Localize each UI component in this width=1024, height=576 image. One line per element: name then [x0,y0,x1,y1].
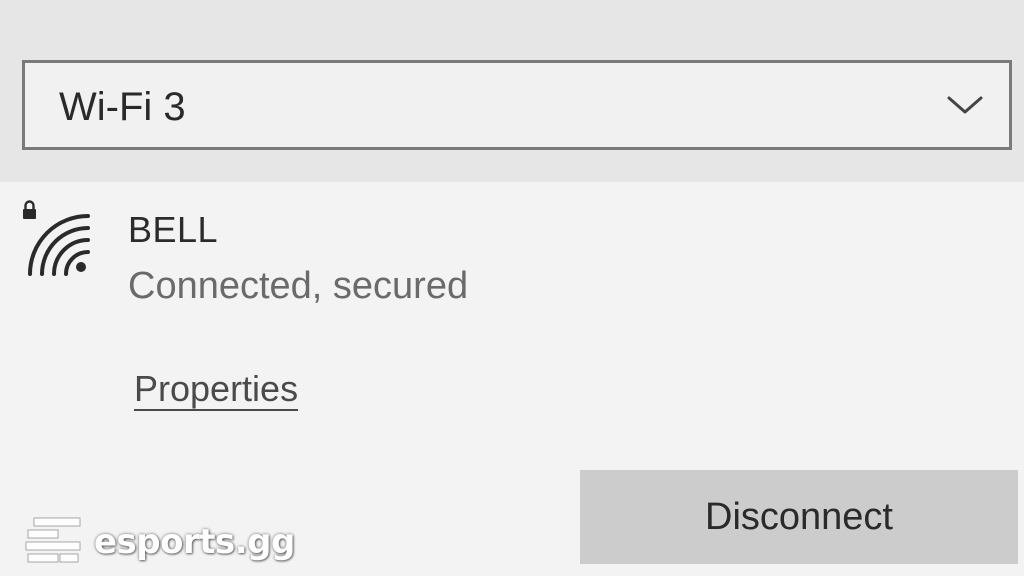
wifi-secured-icon [23,200,90,276]
disconnect-button[interactable]: Disconnect [580,470,1018,564]
properties-link[interactable]: Properties [134,367,298,411]
network-settings-view: Wi-Fi 3 BELL Connected, secured Properti… [0,0,1024,576]
adapter-dropdown-value: Wi-Fi 3 [59,85,186,129]
network-status: Connected, secured [128,265,469,307]
adapter-dropdown[interactable]: Wi-Fi 3 [22,60,1012,150]
esports-logo-icon [25,517,81,563]
chevron-down-icon [947,96,983,114]
watermark-text: esports.gg [94,522,295,562]
watermark: esports.gg [24,514,295,570]
network-name: BELL [128,209,219,250]
